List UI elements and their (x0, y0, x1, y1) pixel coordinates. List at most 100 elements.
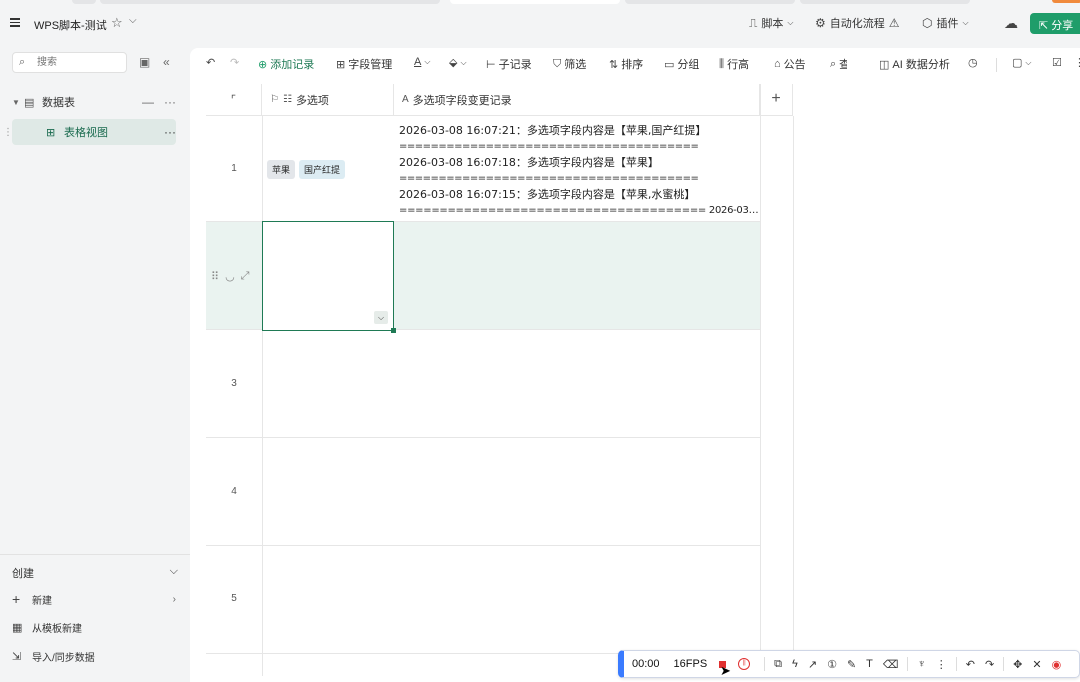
plugin-button[interactable]: ⬡ 插件 ⌵ (922, 12, 969, 34)
document-title[interactable]: WPS脚本-测试 (34, 17, 107, 33)
pause-icon[interactable]: || (738, 658, 751, 670)
pen-icon[interactable]: ✎ (847, 658, 856, 671)
add-record-label: 添加记录 (270, 59, 315, 71)
ai-panel-icon: ◫ (879, 58, 890, 71)
text-color-button[interactable]: A ⌵ (414, 56, 430, 68)
script-button[interactable]: ⎍ 脚本 ⌵ (749, 12, 793, 34)
search-input[interactable] (37, 55, 122, 70)
checkbox-icon[interactable]: ◡ (225, 270, 235, 283)
tab-active[interactable] (450, 0, 620, 4)
drag-handle-icon[interactable]: ⠿ (211, 270, 219, 283)
record-icon[interactable]: ◉ (1052, 658, 1062, 671)
sidebar-item-datasheet[interactable]: ▼ ▤ 数据表 — ··· (12, 89, 176, 115)
tab-edge[interactable] (72, 0, 96, 4)
history-icon[interactable]: ◷ (968, 56, 978, 69)
select-all-header[interactable]: ⌜ (206, 84, 262, 116)
notice-button[interactable]: ⌂ 公告 (774, 56, 806, 72)
checklist-icon[interactable]: ☑ (1052, 56, 1062, 69)
grid-view-icon: ⊞ (46, 126, 56, 139)
ai-analysis-button[interactable]: ◫ AI 数据分析 (879, 56, 950, 72)
number-icon[interactable]: ① (827, 658, 837, 671)
import-sync-item[interactable]: ⇲ 导入/同步数据 (12, 645, 176, 667)
cloud-icon[interactable]: ☁ (1004, 12, 1018, 34)
collapse-icon[interactable]: « (163, 55, 170, 69)
browser-tab-strip (0, 0, 1080, 4)
panel-icon[interactable]: ▣ (139, 55, 150, 69)
tab[interactable] (100, 0, 440, 4)
checkbox-icon[interactable]: ⌜ (231, 93, 236, 106)
fill-color-button[interactable]: ⬙ ⌵ (449, 56, 467, 69)
option-tag: 国产红提 (299, 160, 346, 179)
sub-record-button[interactable]: ⊢ 子记录 (486, 56, 532, 72)
multiselect-cell[interactable]: 苹果 国产红提 (267, 160, 349, 179)
sidebar-item-grid-view[interactable]: ⊞ 表格视图 ··· (12, 119, 176, 145)
tab[interactable] (625, 0, 795, 4)
shape-icon[interactable]: ⧉ (774, 658, 782, 671)
flag-icon: ⚐ (270, 94, 279, 105)
freehand-icon[interactable]: ϟ (792, 658, 798, 670)
column-header-multiselect[interactable]: ⚐ ☷ 多选项 (262, 84, 394, 116)
fill-handle[interactable] (391, 328, 396, 333)
tab[interactable] (800, 0, 970, 4)
create-new-item[interactable]: + 新建 › (12, 588, 176, 610)
document-icon[interactable]: ▢ ⌵ (1012, 56, 1031, 69)
close-icon[interactable]: ✕ (1032, 658, 1041, 671)
create-from-template-item[interactable]: ▦ 从模板新建 (12, 616, 176, 638)
redo-icon[interactable]: ↷ (985, 658, 994, 671)
star-icon[interactable]: ☆ (111, 15, 123, 31)
more-vertical-icon[interactable]: ⋮ (936, 658, 947, 671)
expand-icon[interactable]: ⤢ (241, 270, 250, 283)
chevron-down-icon[interactable]: ⌵ (129, 15, 137, 26)
undo-icon[interactable]: ↶ (966, 658, 975, 671)
share-icon: ⇱ (1039, 20, 1049, 32)
chevron-down-icon: ⌵ (787, 18, 794, 27)
chevron-down-icon: ⌵ (962, 18, 969, 27)
move-icon[interactable]: ✥ (1013, 658, 1022, 671)
more-vertical-icon[interactable]: ⋮ (1074, 56, 1080, 69)
spotlight-icon[interactable]: ♆ (917, 658, 925, 670)
paint-bucket-icon: ⬙ (449, 57, 458, 69)
table-icon: ▤ (24, 96, 35, 109)
text-tool-icon[interactable]: T (866, 658, 873, 670)
create-section-header[interactable]: 创建 ⌵ (0, 554, 190, 591)
sidebar-search[interactable]: ⌕ (12, 52, 127, 73)
active-cell-editor[interactable]: ⌵ (262, 221, 396, 333)
row-height-button[interactable]: ⫼ 行高 (719, 56, 749, 72)
sort-button[interactable]: ⇅ 排序 (609, 56, 643, 72)
add-column-button[interactable]: + (760, 84, 793, 116)
minus-icon[interactable]: — (142, 95, 154, 109)
column-header-change-log[interactable]: A 多选项字段变更记录 (394, 84, 760, 116)
column-divider (262, 116, 263, 676)
screen-recorder-bar: 00:00 16FPS || ⧉ ϟ ↗ ① ✎ T ⌫ ♆ ⋮ ↶ ↷ ✥ ✕… (618, 650, 1080, 678)
column-divider (793, 116, 794, 656)
change-log-cell[interactable]: 2026-03-08 16:07:21：多选项字段内容是【苹果,国产红提】 ==… (399, 123, 759, 219)
folder-icon: ▭ (664, 58, 675, 71)
sort-icon: ⇅ (609, 58, 619, 71)
text-icon: A (402, 94, 409, 105)
group-button[interactable]: ▭ 分组 (664, 56, 699, 72)
arrow-icon[interactable]: ↗ (808, 658, 817, 671)
more-icon[interactable]: ··· (164, 125, 176, 139)
menu-icon[interactable] (10, 16, 24, 30)
log-line: 2026-03-08 16:07:15：多选项字段内容是【苹果,水蜜桃】 (399, 188, 696, 201)
text-color-icon: A (414, 56, 422, 68)
table-row[interactable] (206, 546, 760, 654)
filter-button[interactable]: ⛉ 筛选 (553, 56, 586, 72)
field-manage-button[interactable]: ⊞ 字段管理 (336, 56, 392, 72)
recording-fps: 16FPS (673, 658, 708, 670)
search-button[interactable]: ⌕ 查 (830, 56, 847, 72)
redo-icon[interactable]: ↷ (230, 56, 239, 69)
more-icon[interactable]: ··· (164, 95, 176, 109)
chevron-down-icon[interactable]: ⌵ (374, 311, 388, 324)
sort-label: 排序 (621, 59, 644, 71)
share-button[interactable]: ⇱ 分享 (1030, 13, 1080, 34)
automation-button[interactable]: ⚙ 自动化流程 ⚠ (815, 12, 900, 34)
row-number: 1 (231, 163, 237, 174)
add-record-button[interactable]: ⊕ 添加记录 (258, 56, 314, 72)
table-row[interactable] (206, 330, 760, 438)
table-row[interactable] (206, 438, 760, 546)
column-divider (760, 84, 761, 656)
undo-icon[interactable]: ↶ (206, 56, 215, 69)
caret-down-icon[interactable]: ▼ (12, 98, 24, 107)
eraser-icon[interactable]: ⌫ (883, 658, 899, 671)
